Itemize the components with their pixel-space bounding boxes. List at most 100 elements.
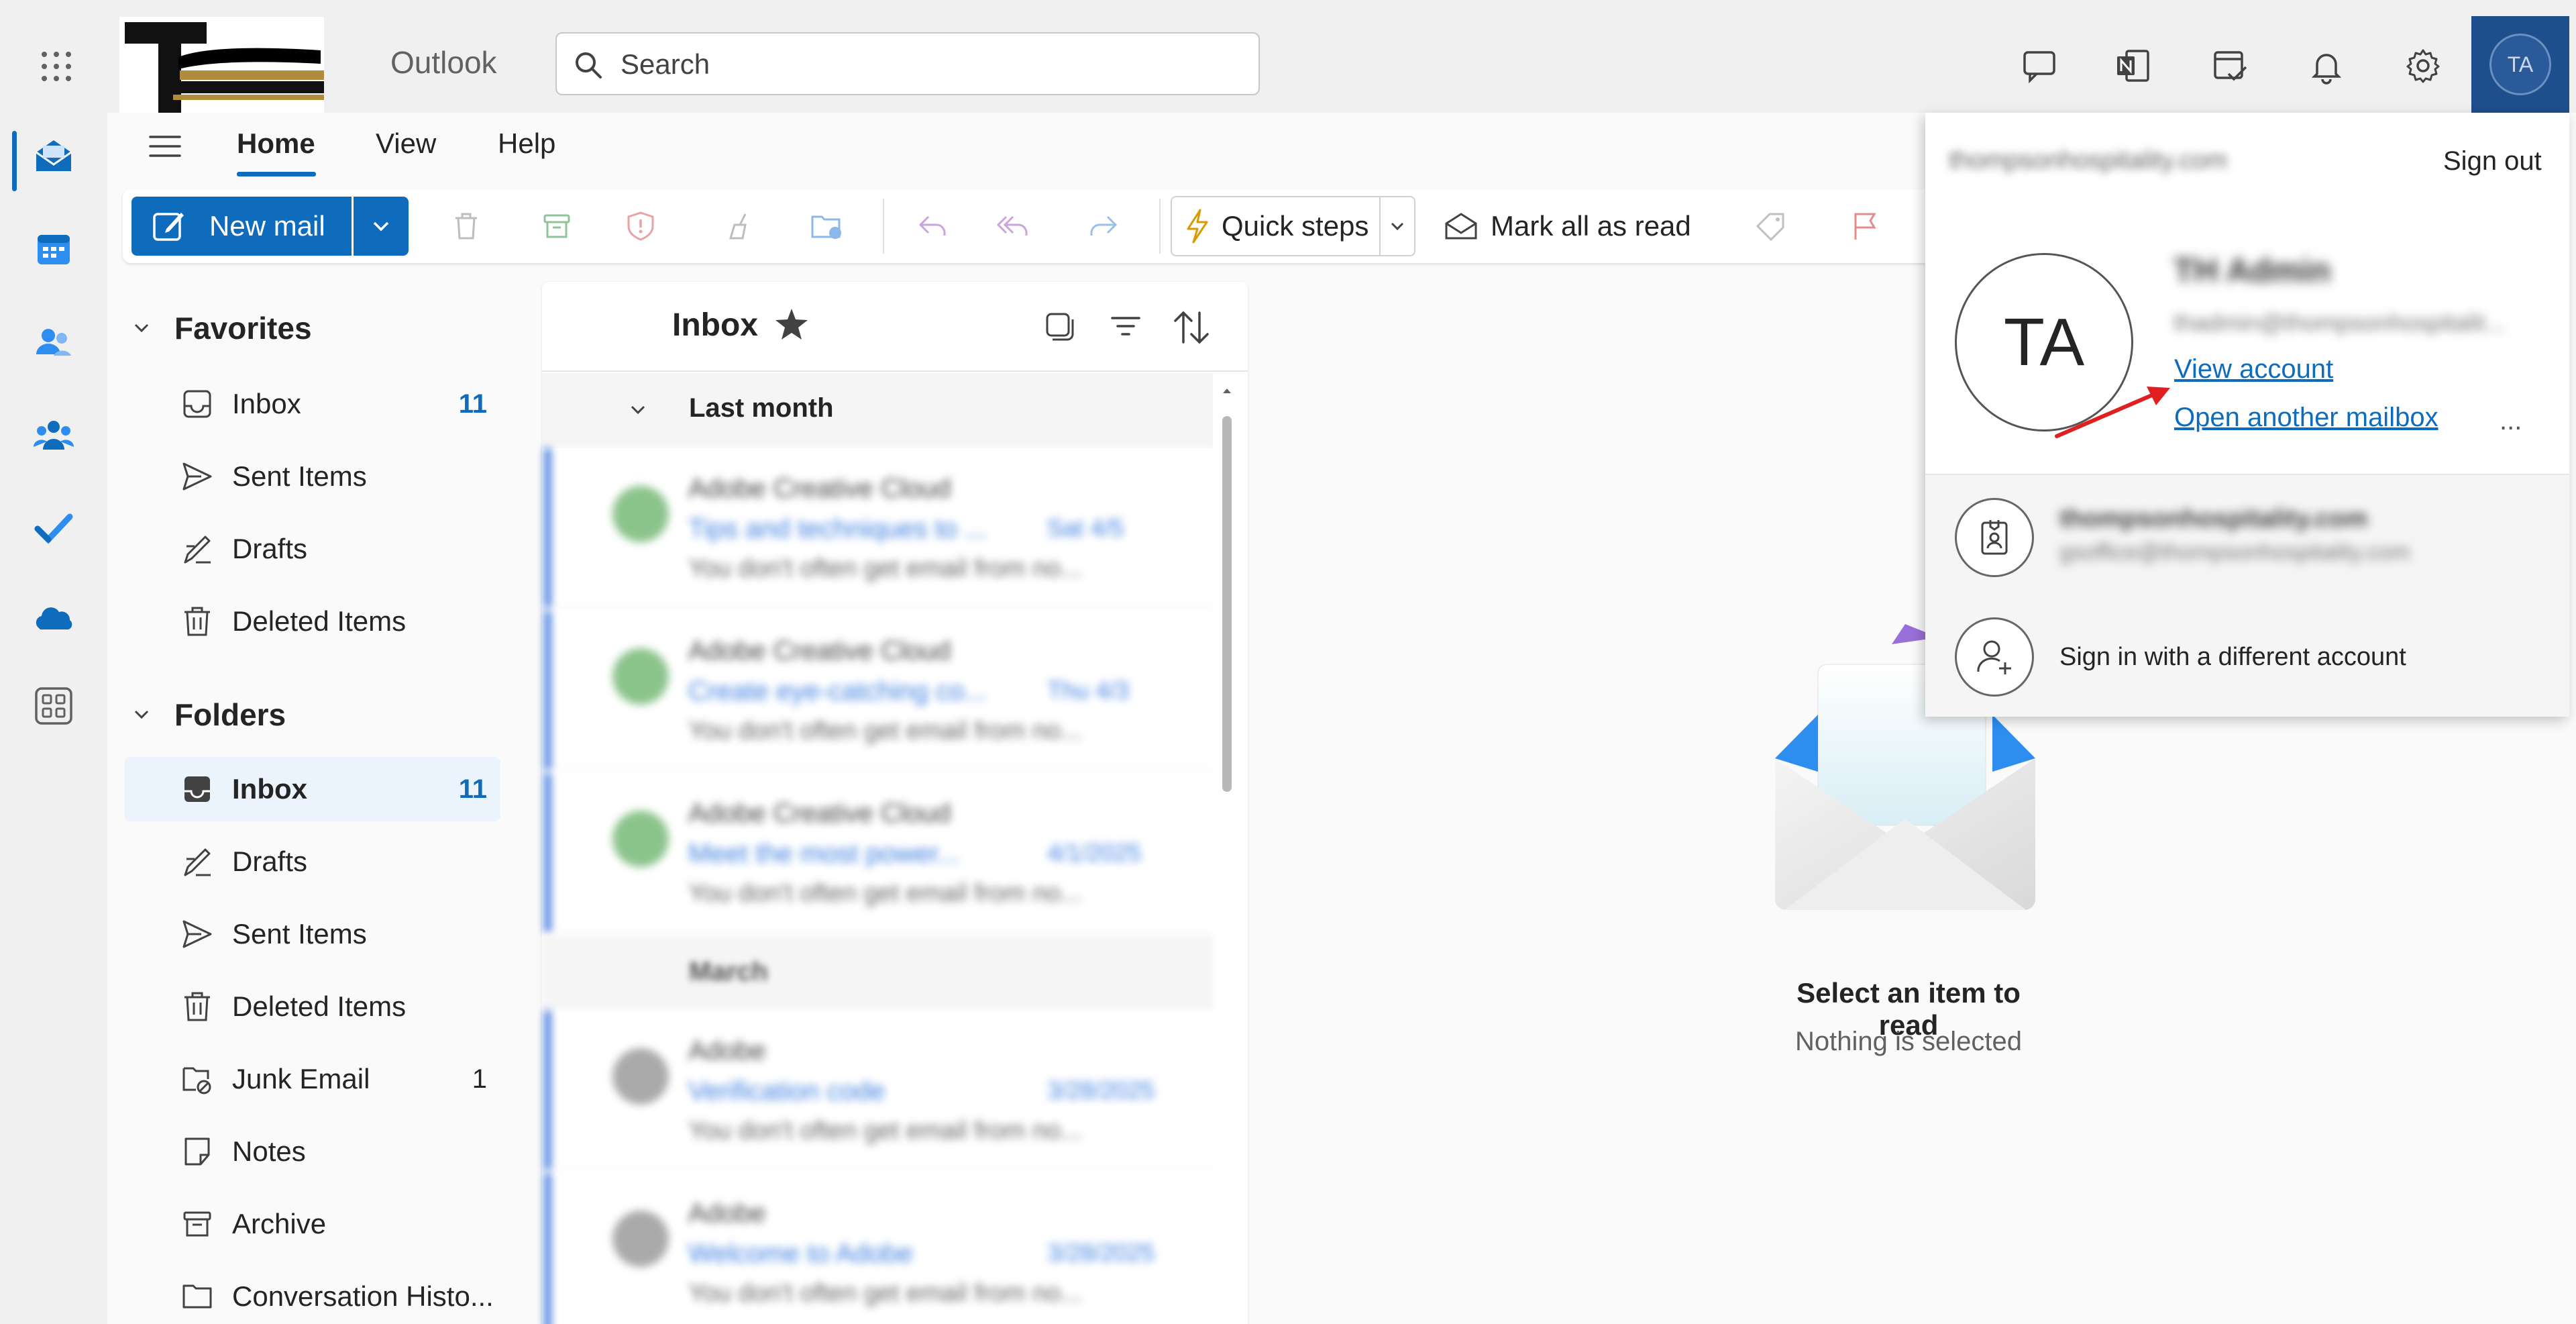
sender-avatar bbox=[612, 486, 669, 542]
favorites-item-sent[interactable]: Sent Items bbox=[125, 444, 500, 509]
favorites-item-drafts[interactable]: Drafts bbox=[125, 517, 500, 581]
todo-icon[interactable] bbox=[20, 494, 87, 561]
mark-all-read-button[interactable]: Mark all as read bbox=[1444, 201, 1691, 251]
folder-item-deleted[interactable]: Deleted Items bbox=[125, 974, 500, 1039]
scrollbar[interactable] bbox=[1222, 416, 1232, 792]
tag-icon[interactable] bbox=[1734, 201, 1808, 251]
onenote-icon[interactable] bbox=[2106, 39, 2160, 93]
sender-avatar bbox=[612, 1211, 669, 1267]
bell-icon[interactable] bbox=[2300, 39, 2353, 93]
quick-steps-button[interactable]: Quick steps bbox=[1171, 196, 1415, 256]
folders-header[interactable]: Folders bbox=[131, 697, 286, 733]
more-apps-icon[interactable] bbox=[20, 672, 87, 740]
select-icon[interactable] bbox=[1043, 310, 1075, 342]
folder-item-drafts[interactable]: Drafts bbox=[125, 829, 500, 894]
move-to-icon[interactable] bbox=[792, 201, 865, 251]
org-logo bbox=[119, 17, 324, 113]
list-item[interactable]: Adobe Welcome to Adobe 3/28/2025 You don… bbox=[545, 1173, 1213, 1324]
chevron-down-icon[interactable] bbox=[1379, 197, 1414, 255]
chevron-down-icon[interactable] bbox=[628, 400, 648, 420]
mail-icon[interactable] bbox=[20, 123, 87, 190]
open-another-mailbox-link[interactable]: Open another mailbox bbox=[2174, 403, 2438, 433]
list-item[interactable]: Adobe Creative Cloud Tips and techniques… bbox=[545, 448, 1213, 608]
favorites-item-deleted[interactable]: Deleted Items bbox=[125, 589, 500, 654]
search-input[interactable]: Search bbox=[555, 32, 1260, 95]
sign-out-link[interactable]: Sign out bbox=[2443, 146, 2542, 176]
drafts-icon bbox=[177, 842, 217, 882]
hamburger-menu-icon[interactable] bbox=[146, 128, 186, 168]
favorites-header[interactable]: Favorites bbox=[131, 310, 312, 346]
sender-avatar bbox=[612, 811, 669, 867]
more-options-button[interactable]: ... bbox=[2500, 406, 2522, 436]
folder-label: Deleted Items bbox=[232, 990, 407, 1022]
sort-icon[interactable] bbox=[1173, 309, 1210, 346]
message-group-header[interactable]: March bbox=[542, 935, 1213, 1011]
account-manager-button[interactable]: TA bbox=[2471, 16, 2569, 113]
reply-icon[interactable] bbox=[906, 201, 959, 251]
app-title: Outlook bbox=[390, 45, 497, 80]
scroll-up-icon[interactable] bbox=[1221, 385, 1233, 397]
my-day-icon[interactable] bbox=[2203, 39, 2257, 93]
view-account-link[interactable]: View account bbox=[2174, 354, 2333, 385]
people-icon[interactable] bbox=[20, 309, 87, 376]
star-icon[interactable] bbox=[773, 306, 810, 344]
trash-icon bbox=[177, 601, 217, 642]
onedrive-icon[interactable] bbox=[20, 587, 87, 654]
folder-label: Drafts bbox=[232, 846, 308, 877]
folder-item-junk[interactable]: Junk Email 1 bbox=[125, 1047, 500, 1111]
folder-item-notes[interactable]: Notes bbox=[125, 1119, 500, 1184]
unread-count: 11 bbox=[458, 774, 487, 804]
sender-avatar bbox=[612, 648, 669, 705]
folder-item-conversation-history[interactable]: Conversation Histo... bbox=[125, 1264, 500, 1324]
annotation-arrow-icon bbox=[2055, 387, 2170, 438]
tab-view[interactable]: View bbox=[376, 128, 436, 160]
send-icon bbox=[177, 456, 217, 497]
groups-icon[interactable] bbox=[20, 401, 87, 468]
preview: You don't often get email from no... bbox=[688, 1279, 1082, 1307]
chevron-down-icon bbox=[373, 221, 389, 232]
unread-count: 1 bbox=[472, 1064, 487, 1094]
report-icon[interactable] bbox=[610, 201, 671, 251]
search-icon bbox=[574, 50, 603, 80]
preview: You don't often get email from no... bbox=[688, 717, 1082, 745]
tab-help[interactable]: Help bbox=[498, 128, 555, 160]
message-list-header bbox=[542, 282, 1248, 372]
folder-label: Inbox bbox=[232, 773, 307, 805]
new-mail-dropdown[interactable] bbox=[354, 197, 409, 256]
calendar-icon[interactable] bbox=[20, 216, 87, 283]
flag-icon[interactable] bbox=[1828, 201, 1902, 251]
other-account-email: gsoffice@thompsonhospitality.com bbox=[2059, 540, 2410, 565]
add-person-icon bbox=[1955, 617, 2034, 697]
subject: Create eye-catching co... bbox=[688, 676, 987, 706]
chevron-down-icon bbox=[131, 318, 162, 338]
sender: Adobe bbox=[688, 1199, 766, 1228]
folders-label: Folders bbox=[174, 697, 286, 732]
list-item[interactable]: Adobe Creative Cloud Create eye-catching… bbox=[545, 611, 1213, 770]
sender-avatar bbox=[612, 1048, 669, 1105]
chat-icon[interactable] bbox=[2012, 39, 2066, 93]
tab-home[interactable]: Home bbox=[237, 128, 315, 160]
filter-icon[interactable] bbox=[1110, 310, 1142, 342]
new-mail-button[interactable]: New mail bbox=[131, 197, 352, 256]
sender: Adobe Creative Cloud bbox=[688, 636, 951, 666]
toolbar-divider bbox=[883, 199, 884, 254]
trash-icon bbox=[177, 986, 217, 1027]
gear-icon[interactable] bbox=[2396, 39, 2450, 93]
folder-item-sent[interactable]: Sent Items bbox=[125, 902, 500, 966]
folder-label: Notes bbox=[232, 1135, 306, 1167]
app-launcher-icon[interactable] bbox=[27, 37, 86, 96]
sign-in-different-account-link[interactable]: Sign in with a different account bbox=[2059, 643, 2406, 672]
other-account-domain[interactable]: thompsonhospitality.com bbox=[2059, 505, 2368, 533]
sweep-icon[interactable] bbox=[711, 201, 771, 251]
favorites-item-inbox[interactable]: Inbox 11 bbox=[125, 372, 500, 436]
list-item[interactable]: Adobe Verification code 3/28/2025 You do… bbox=[545, 1011, 1213, 1170]
archive-icon[interactable] bbox=[530, 201, 584, 251]
folder-label: Sent Items bbox=[232, 918, 367, 950]
folder-item-inbox[interactable]: Inbox 11 bbox=[125, 757, 500, 821]
reply-all-icon[interactable] bbox=[986, 201, 1040, 251]
delete-icon[interactable] bbox=[436, 201, 496, 251]
forward-icon[interactable] bbox=[1067, 201, 1140, 251]
folder-item-archive[interactable]: Archive bbox=[125, 1192, 500, 1256]
list-item[interactable]: Adobe Creative Cloud Meet the most power… bbox=[545, 773, 1213, 933]
date: 3/28/2025 bbox=[1047, 1076, 1155, 1104]
